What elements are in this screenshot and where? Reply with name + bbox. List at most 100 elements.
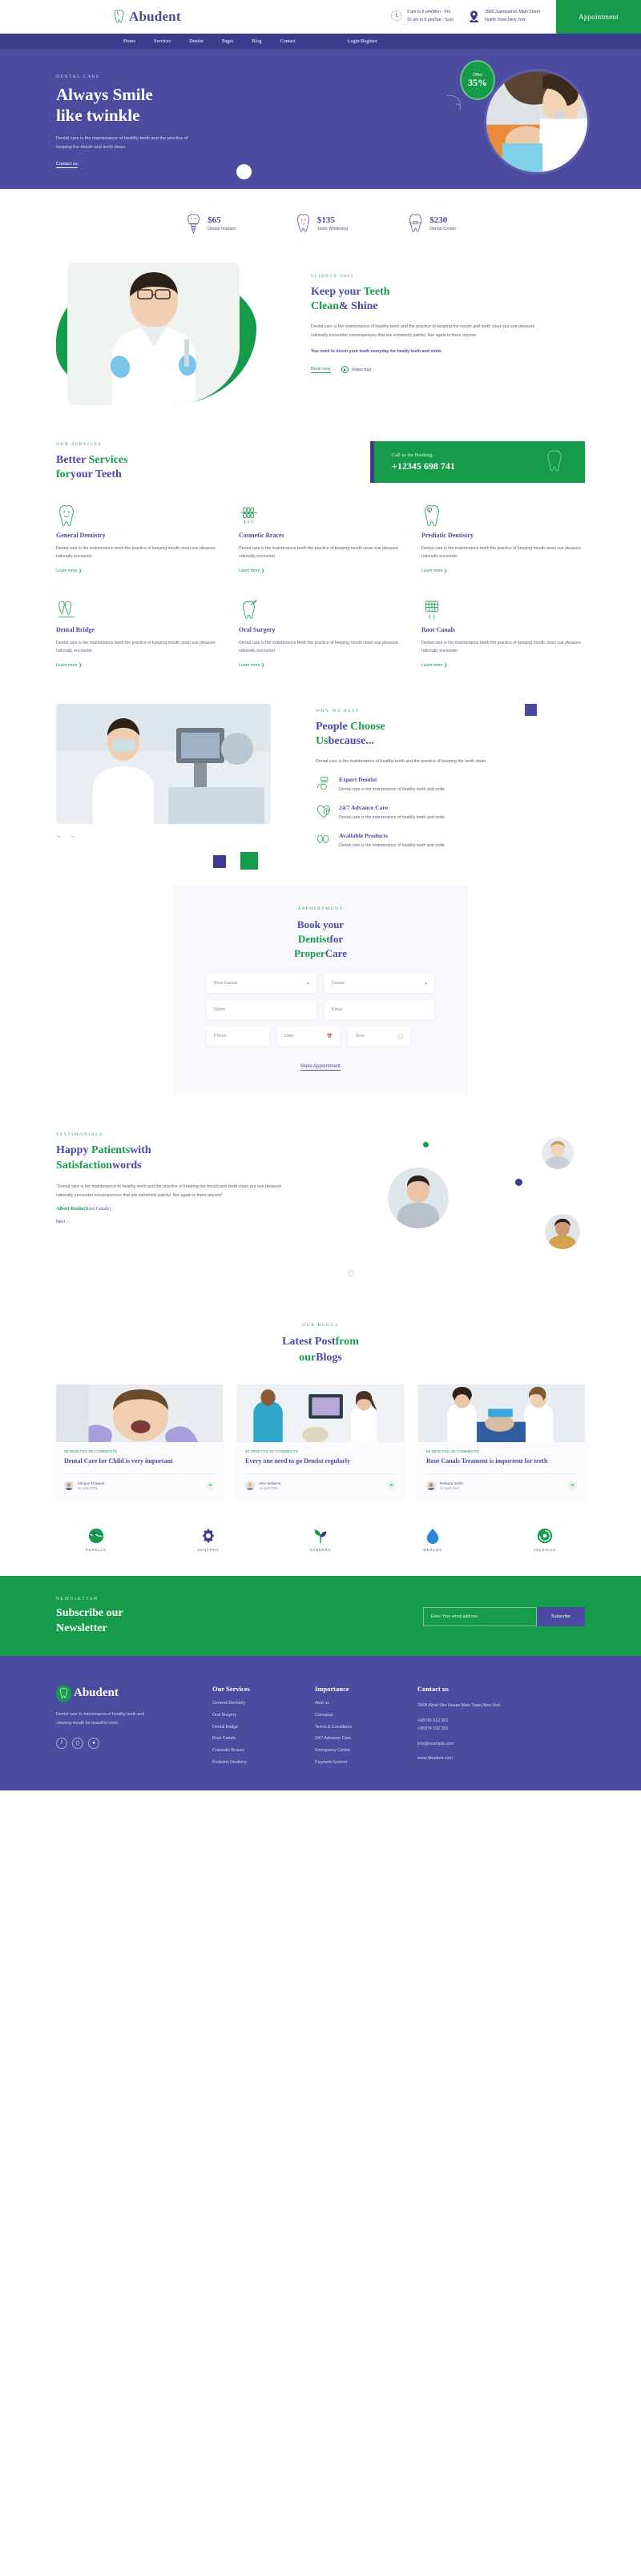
newsletter-email-input[interactable]: Enter Your email address — [423, 1607, 537, 1627]
footer-link[interactable]: Terms & Conditions — [315, 1725, 417, 1730]
share-icon[interactable]: ➦ — [387, 1481, 396, 1490]
footer-link[interactable]: Abut us — [315, 1701, 417, 1706]
blog-kicker: OUR BLOGS — [302, 1323, 339, 1328]
price-item: $135 Teets Whitening — [295, 213, 348, 234]
nav-item-dentist[interactable]: Dentist — [189, 38, 204, 44]
appointment-button[interactable]: Appointment — [556, 0, 641, 34]
blog-meta: 55 MINUTES-36 COMMENTS — [426, 1449, 480, 1454]
chevron-down-icon: ▾ — [306, 981, 309, 987]
make-appointment-button[interactable]: Make Appointment — [300, 1064, 341, 1071]
footer-logo-text: Abudent — [74, 1686, 119, 1700]
appointment-card: APPOINTMENT Book your Dentistfor ProperC… — [173, 885, 468, 1096]
email-placeholder: Email — [332, 1007, 343, 1013]
feature-item: Expert Dentist Dental care is the mainte… — [316, 776, 570, 794]
service-title: Prediatic Dentistry — [421, 532, 474, 539]
footer-link[interactable]: Dental Bridge — [212, 1725, 315, 1730]
learn-more-link[interactable]: Learn more ❯ — [239, 569, 264, 573]
appointment-title: Book your Dentistfor ProperCare — [207, 918, 434, 962]
blog-meta: 40 MINUTES-52 COMMENTS — [245, 1449, 299, 1454]
service-card[interactable]: Dental Bridge Dental care is the mainten… — [56, 598, 220, 670]
learn-more-link[interactable]: Learn more ❯ — [421, 569, 447, 573]
blog-date: 15 April 2021 — [78, 1485, 98, 1490]
book-now-link[interactable]: Book now — [311, 367, 331, 373]
why-title-part-2: Choose — [350, 720, 385, 733]
footer-logo[interactable]: Abudent — [56, 1684, 212, 1702]
testimonial-next-button[interactable]: Next → — [56, 1220, 320, 1224]
decorative-dot-outline — [348, 1270, 354, 1277]
facebook-icon[interactable]: f — [56, 1737, 67, 1749]
date-input[interactable]: Date 📅 — [277, 1027, 340, 1047]
service-card[interactable]: Root Canals Dental care is the maintenan… — [421, 598, 585, 670]
feature-desc: Dental care is the maintenance of health… — [339, 815, 445, 821]
service-card[interactable]: Prediatic Dentistry Dental care is the m… — [421, 504, 585, 576]
learn-more-link[interactable]: Learn more ❯ — [421, 663, 447, 668]
phone-input[interactable]: Phone — [207, 1027, 269, 1047]
email-input[interactable]: Email — [325, 1000, 434, 1020]
name-input[interactable]: Name — [207, 1000, 316, 1020]
footer-address: 256B,West Site House Main Town,New York — [417, 1702, 501, 1708]
blog-author-avatar — [64, 1481, 74, 1491]
author-role: (Root Canals) — [83, 1207, 111, 1212]
learn-more-link[interactable]: Learn more ❯ — [239, 663, 264, 668]
products-icon — [316, 832, 332, 848]
hero-contact-link[interactable]: Contact us — [56, 162, 78, 168]
doctor-select[interactable]: Doctor ▾ — [325, 974, 434, 994]
footer-link[interactable]: Oral Surgery — [212, 1713, 315, 1718]
instagram-icon[interactable]: ◻ — [72, 1737, 83, 1749]
footer-link[interactable]: Pediatric Dentistry — [212, 1760, 315, 1766]
feature-title: Expert Dentist — [339, 776, 377, 784]
footer-phones[interactable]: +98745 612 301 +95874 102 201 — [417, 1717, 538, 1734]
services-title-part-1: Better — [56, 453, 89, 466]
blog-title-part-1: Latest Post — [282, 1336, 336, 1348]
learn-more-link[interactable]: Learn more ❯ — [56, 569, 82, 573]
nav-item-pages[interactable]: Pages — [222, 38, 233, 44]
footer-link[interactable]: General Dentistry — [212, 1701, 315, 1706]
subscribe-button[interactable]: Subscribe — [537, 1607, 585, 1627]
service-select[interactable]: Root Canals ▾ — [207, 974, 316, 994]
prev-arrow-icon[interactable]: ← — [56, 834, 62, 839]
brand-name: MERLOS — [423, 1548, 442, 1553]
service-title: Oral Surgery — [239, 625, 276, 633]
video-tour-button[interactable]: Video tour — [341, 366, 372, 374]
service-card[interactable]: General Dentistry Dental care is the mai… — [56, 504, 220, 576]
blog-card[interactable]: 55 MINUTES-36 COMMENTS Root Canals Tream… — [418, 1384, 585, 1499]
service-desc: Dental care is the maintenance teeth the… — [239, 546, 398, 560]
share-icon[interactable]: ➦ — [206, 1481, 215, 1490]
hero-title-line-1: Always Smile — [56, 85, 153, 104]
blog-date: 21 April 2021 — [440, 1485, 460, 1490]
time-input[interactable]: Time ◯ — [348, 1027, 410, 1047]
footer-link[interactable]: Cosmetic Braces — [212, 1748, 315, 1754]
footer-link[interactable]: Root Canals — [212, 1737, 315, 1742]
site-logo[interactable]: Abudent — [112, 9, 181, 25]
price-label: Dental Implant — [208, 227, 236, 232]
nav-item-contact[interactable]: Contact — [280, 38, 295, 44]
testimonial-author: Albert Rusho(Root Canals) — [56, 1207, 320, 1212]
footer-link[interactable]: 24/7 Advance Care — [315, 1737, 417, 1742]
doctor-select-value: Doctor — [332, 981, 345, 987]
share-icon[interactable]: ➦ — [568, 1481, 577, 1490]
blog-card[interactable]: 30 MINUTES-25 COMMENTS Dental Care for C… — [56, 1384, 223, 1499]
nav-item-home[interactable]: Home — [123, 38, 135, 44]
service-card[interactable]: Oral Surgery Dental care is the maintena… — [239, 598, 402, 670]
footer-link[interactable]: Comapay — [315, 1713, 417, 1718]
service-title: Cosmetic Braces — [239, 532, 284, 539]
learn-more-link[interactable]: Learn more ❯ — [56, 663, 82, 668]
address-line-2: Notrth Town,New York — [485, 17, 526, 22]
blog-card[interactable]: 40 MINUTES-52 COMMENTS Every one need to… — [237, 1384, 404, 1499]
nav-item-services[interactable]: Services — [154, 38, 171, 44]
newsletter-section: NEWSLETTER Subscribe our Newsletter Ente… — [0, 1576, 641, 1656]
service-card[interactable]: Cosmetic Braces Dental care is the maint… — [239, 504, 402, 576]
footer-website[interactable]: www.Abudent.com — [417, 1754, 538, 1763]
brand-name: DENTPRO — [197, 1548, 220, 1553]
nav-item-login-register[interactable]: Login/Register — [348, 38, 377, 44]
footer-link[interactable]: Emergency Centre — [315, 1748, 417, 1754]
address-info: 258C,Saintpatrick,Main Street Notrth Tow… — [468, 9, 540, 24]
nav-item-blog[interactable]: Blog — [252, 38, 261, 44]
next-arrow-icon[interactable]: → — [70, 834, 75, 839]
footer-email[interactable]: info@example.com — [417, 1740, 538, 1749]
clock-icon — [390, 10, 402, 23]
blog-author-avatar — [245, 1481, 255, 1491]
footer-link[interactable]: Payment System — [315, 1760, 417, 1766]
twitter-icon[interactable]: ● — [88, 1737, 99, 1749]
booking-call-card[interactable]: Call us for Booking +12345 698 741 — [370, 441, 585, 483]
